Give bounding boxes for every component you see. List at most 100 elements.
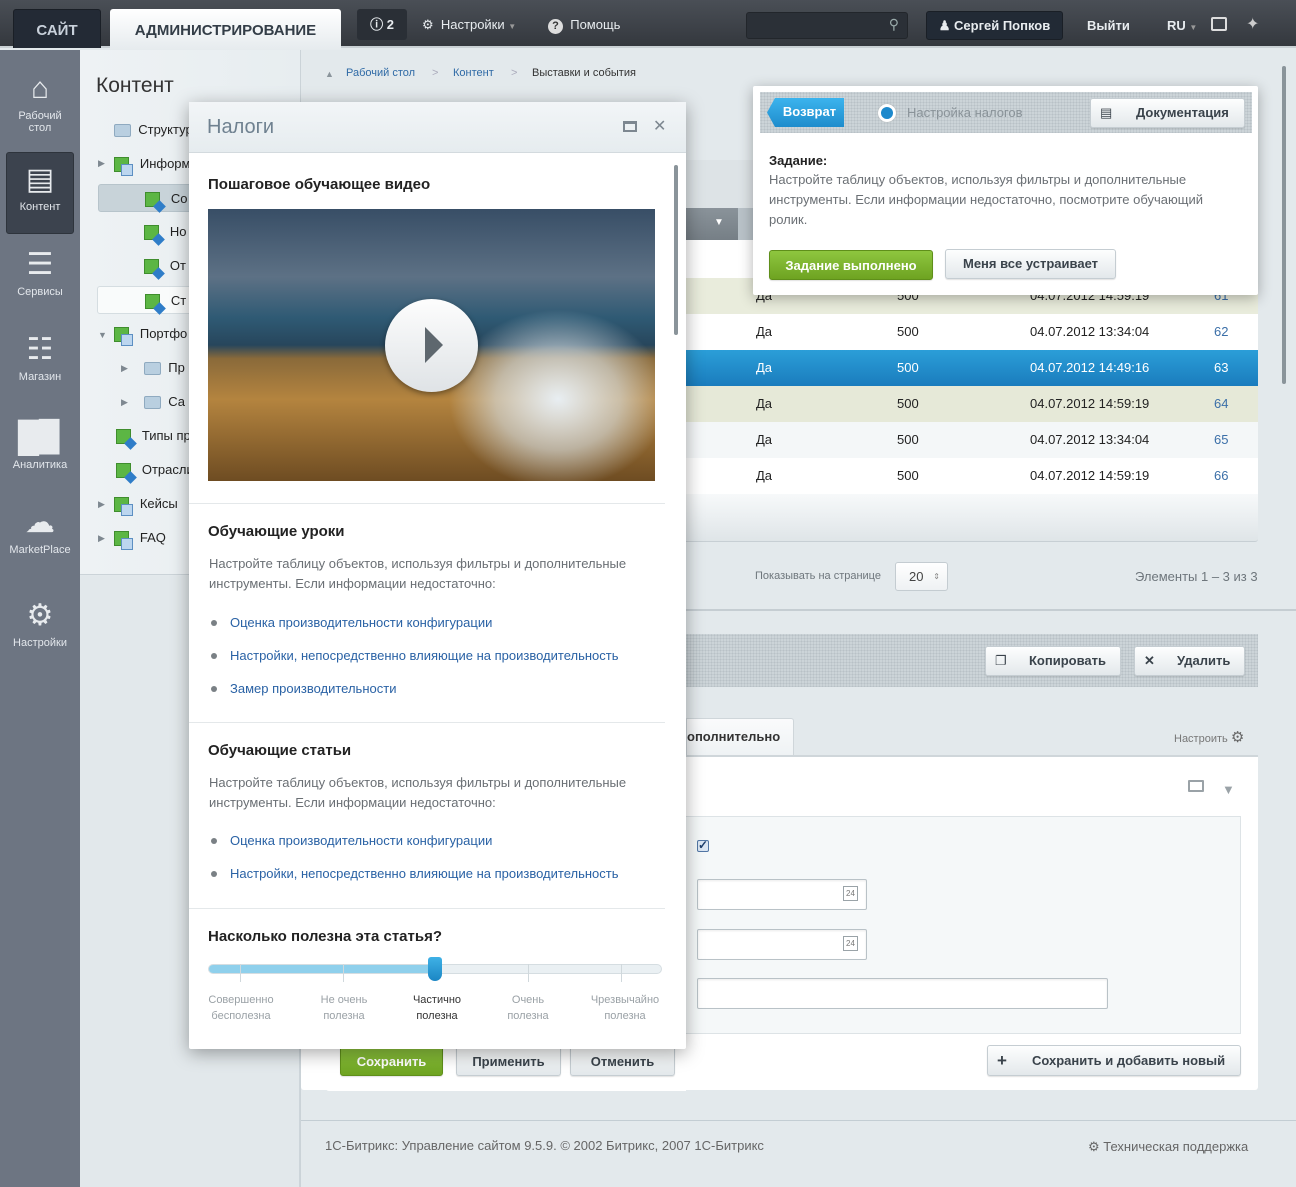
chevron-down-icon[interactable]: ▼ <box>1222 782 1235 797</box>
user-button[interactable]: ♟ Сергей Попков <box>926 11 1063 40</box>
tree-item[interactable]: От <box>144 252 186 280</box>
breadcrumb-link[interactable]: Контент <box>453 67 494 79</box>
tree-item[interactable]: Отрасли <box>116 456 194 484</box>
date-from-input[interactable]: 24 <box>697 879 867 910</box>
video-heading: Пошаговое обучающее видео <box>208 176 431 193</box>
help-link[interactable]: ? Помощь <box>548 17 620 34</box>
cell-id[interactable]: 62 <box>1214 314 1228 350</box>
articles-heading: Обучающие статьи <box>208 742 352 759</box>
article-link[interactable]: Настройки, непосредственно влияющие на п… <box>211 866 619 881</box>
copy-icon: ❐ <box>995 653 1007 668</box>
rating-option-label: Не очень <box>320 994 368 1006</box>
copy-button[interactable]: ❐ Копировать <box>985 646 1121 676</box>
tree-item[interactable]: Информ <box>114 150 190 178</box>
lesson-link[interactable]: Замер производительности <box>210 681 396 696</box>
tree-title: Контент <box>96 74 174 97</box>
expand-icon[interactable]: ▶ <box>121 397 128 408</box>
cell-id[interactable]: 66 <box>1214 458 1228 494</box>
table-row[interactable]: Да 500 04.07.2012 14:49:16 63 <box>686 350 1258 386</box>
nav-services[interactable]: ☰ Сервисы <box>6 248 74 298</box>
cell-id[interactable]: 65 <box>1214 422 1228 458</box>
cancel-button[interactable]: Отменить <box>570 1046 675 1076</box>
save-and-add-button[interactable]: + Сохранить и добавить новый <box>987 1045 1241 1076</box>
monitor-icon[interactable] <box>1188 780 1204 792</box>
expand-icon[interactable]: ▶ <box>98 499 105 510</box>
text-input[interactable] <box>697 978 1108 1009</box>
tree-item[interactable]: Пр <box>144 354 185 382</box>
nav-content[interactable]: ▤ Контент <box>6 152 74 234</box>
cell-id[interactable]: 63 <box>1214 350 1228 386</box>
search-input[interactable]: ⚲ <box>746 12 908 39</box>
tree-item[interactable]: FAQ <box>114 524 166 552</box>
iblock-icon <box>114 327 133 347</box>
tab-additional[interactable]: ополнительно <box>686 718 794 757</box>
play-button[interactable] <box>385 299 478 392</box>
save-button[interactable]: Сохранить <box>340 1046 443 1076</box>
tree-item[interactable]: Но <box>144 218 186 246</box>
per-page-value: 20 <box>909 569 924 584</box>
notifications-button[interactable]: ⓘ 2 <box>357 9 407 40</box>
language-select[interactable]: RU ▼ <box>1167 18 1197 33</box>
page-scrollbar[interactable] <box>1282 66 1286 384</box>
active-checkbox[interactable]: ✓ <box>697 839 709 852</box>
calendar-icon[interactable]: 24 <box>843 936 858 951</box>
per-page-select[interactable]: 20 ⇕ <box>895 562 948 591</box>
rating-option[interactable]: Частично полезна <box>392 992 482 1024</box>
tab-site[interactable]: САЙТ <box>13 9 101 48</box>
configure-link[interactable]: Настроить ⚙ <box>1174 728 1244 746</box>
iblock-icon <box>145 294 160 310</box>
table-row[interactable]: Да 500 04.07.2012 14:59:19 64 <box>686 386 1258 422</box>
nav-shop[interactable]: ☷ Магазин <box>6 333 74 383</box>
tree-item[interactable]: Типы пр <box>116 422 191 450</box>
task-text: Настройте таблицу объектов, используя фи… <box>769 172 1203 227</box>
maximize-icon[interactable] <box>623 121 637 132</box>
nav-settings[interactable]: ⚙ Настройки <box>6 599 74 649</box>
table-row[interactable]: Да 500 04.07.2012 13:34:04 62 <box>686 314 1258 350</box>
iblock-icon <box>144 225 159 241</box>
back-button[interactable]: Возврат <box>767 98 844 127</box>
breadcrumb-link[interactable]: Рабочий стол <box>346 67 415 79</box>
lesson-link[interactable]: Оценка производительности конфигурации <box>210 615 492 630</box>
collapse-icon[interactable]: ▼ <box>98 330 107 340</box>
date-to-input[interactable]: 24 <box>697 929 867 960</box>
documentation-button[interactable]: ▤ Документация <box>1090 98 1245 128</box>
logout-link[interactable]: Выйти <box>1087 18 1130 33</box>
task-ok-button[interactable]: Меня все устраивает <box>945 249 1116 279</box>
tree-item[interactable]: Са <box>144 388 185 416</box>
nav-marketplace[interactable]: ☁ MarketPlace <box>6 506 74 556</box>
rating-option[interactable]: Не очень полезна <box>299 992 389 1024</box>
dialog-scrollbar[interactable] <box>674 165 678 335</box>
keyboard-icon[interactable] <box>1211 17 1227 31</box>
up-icon[interactable]: ▲ <box>325 69 334 79</box>
rating-option[interactable]: Очень полезна <box>483 992 573 1024</box>
video-player[interactable] <box>208 209 655 481</box>
pin-icon[interactable]: ✦ <box>1246 14 1259 34</box>
tab-administration[interactable]: АДМИНИСТРИРОВАНИЕ <box>110 9 341 50</box>
table-row[interactable]: Да 500 04.07.2012 13:34:04 65 <box>686 422 1258 458</box>
column-menu-button[interactable]: ▼ <box>686 208 738 240</box>
calendar-icon[interactable]: 24 <box>843 886 858 901</box>
tree-item[interactable]: Портфо <box>114 320 187 348</box>
tree-item[interactable]: Структура <box>114 116 200 144</box>
cell-active: Да <box>756 432 773 447</box>
delete-button[interactable]: ✕ Удалить <box>1134 646 1245 676</box>
nav-desktop[interactable]: ⌂ Рабочий стол <box>6 72 74 134</box>
task-done-button[interactable]: Задание выполнено <box>769 250 933 280</box>
close-icon[interactable]: ✕ <box>653 116 666 136</box>
tree-item[interactable]: Кейсы <box>114 490 178 518</box>
expand-icon[interactable]: ▶ <box>98 158 105 169</box>
support-link[interactable]: ⚙ Техническая поддержка <box>1088 1139 1248 1155</box>
expand-icon[interactable]: ▶ <box>98 533 105 544</box>
nav-analytics[interactable]: █▉ Аналитика <box>6 421 74 471</box>
rating-option[interactable]: Чрезвычайно полезна <box>580 992 670 1024</box>
apply-button[interactable]: Применить <box>456 1046 561 1076</box>
rating-option[interactable]: Совершенно бесполезна <box>196 992 286 1024</box>
article-link[interactable]: Оценка производительности конфигурации <box>210 833 492 848</box>
lesson-link[interactable]: Настройки, непосредственно влияющие на п… <box>211 648 619 663</box>
table-row[interactable]: Да 500 04.07.2012 14:59:19 66 <box>686 458 1258 494</box>
expand-icon[interactable]: ▶ <box>121 363 128 374</box>
slider-handle[interactable] <box>428 957 442 981</box>
pagination-summary: Элементы 1 – 3 из 3 <box>1135 569 1258 584</box>
cell-id[interactable]: 64 <box>1214 386 1228 422</box>
settings-menu[interactable]: ⚙ Настройки ▼ <box>422 17 516 33</box>
